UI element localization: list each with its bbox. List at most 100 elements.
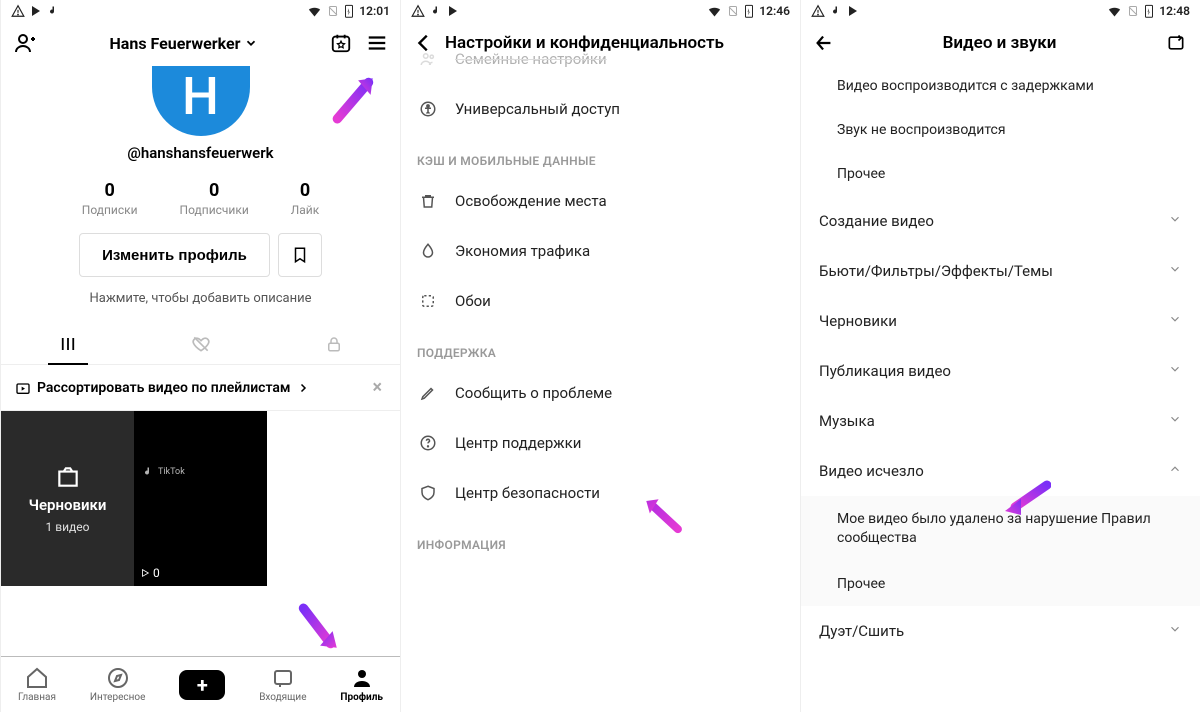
- tab-liked[interactable]: [134, 324, 267, 364]
- stat-following[interactable]: 0 Подписки: [82, 180, 138, 217]
- sub-disappeared-other[interactable]: Прочее: [801, 562, 1200, 606]
- accessibility-icon: [417, 100, 439, 118]
- hamburger-menu-icon[interactable]: [366, 32, 388, 54]
- tab-private[interactable]: [267, 324, 400, 364]
- shield-icon: [417, 484, 439, 502]
- family-icon: [417, 50, 439, 68]
- playlist-sort-row[interactable]: Рассортировать видео по плейлистам ×: [1, 365, 400, 411]
- chevron-down-icon: [1168, 262, 1182, 280]
- screen-settings: 12:46 Настройки и конфиденциальность Сем…: [400, 0, 800, 712]
- drafts-count: 1 видео: [46, 520, 90, 534]
- add-bio-hint[interactable]: Нажмите, чтобы добавить описание: [1, 291, 400, 306]
- row-free-space[interactable]: Освобождение места: [401, 176, 800, 226]
- wifi-icon: [707, 4, 722, 19]
- stat-likes[interactable]: 0 Лайк: [291, 180, 319, 217]
- profile-icon: [350, 666, 374, 690]
- play-outline-icon: [140, 568, 150, 578]
- row-report-problem[interactable]: Сообщить о проблеме: [401, 368, 800, 418]
- nav-profile[interactable]: Профиль: [340, 666, 383, 703]
- tiktok-note-icon: [47, 5, 59, 17]
- lock-icon: [325, 335, 343, 353]
- screen-profile: 12:01 Hans Feuerwerker H @hanshansfeuerw…: [0, 0, 400, 712]
- wifi-icon: [307, 4, 322, 19]
- nav-discover[interactable]: Интересное: [90, 666, 146, 703]
- video-tile[interactable]: TikTok 0: [134, 411, 267, 586]
- row-accessibility[interactable]: Универсальный доступ: [401, 84, 800, 134]
- battery-charging-icon: [744, 4, 754, 18]
- nav-inbox[interactable]: Входящие: [259, 666, 306, 703]
- profile-name-selector[interactable]: Hans Feuerwerker: [109, 34, 257, 53]
- screen-video-sounds: 12:48 Видео и звуки Видео воспроизводитс…: [800, 0, 1200, 712]
- play-store-icon: [847, 5, 859, 17]
- inbox-icon: [271, 666, 295, 690]
- play-count: 0: [140, 566, 160, 580]
- battery-charging-icon: [1144, 4, 1154, 18]
- tiktok-note-icon: [142, 466, 154, 478]
- row-help-center[interactable]: Центр поддержки: [401, 418, 800, 468]
- calendar-favorite-icon[interactable]: [330, 32, 352, 54]
- row-data-saver[interactable]: Экономия трафика: [401, 226, 800, 276]
- drafts-tile[interactable]: Черновики 1 видео: [1, 411, 134, 586]
- item-video-disappeared[interactable]: Видео исчезло: [801, 446, 1200, 496]
- row-wallpaper[interactable]: Обои: [401, 276, 800, 326]
- wifi-icon: [1107, 4, 1122, 19]
- item-publish[interactable]: Публикация видео: [801, 346, 1200, 396]
- add-friend-icon[interactable]: [13, 31, 37, 55]
- edit-profile-button[interactable]: Изменить профиль: [79, 233, 270, 277]
- section-support: ПОДДЕРЖКА: [401, 326, 800, 368]
- row-family-settings[interactable]: Семейные настройки: [401, 34, 800, 84]
- row-safety-center[interactable]: Центр безопасности: [401, 468, 800, 518]
- droplet-icon: [417, 242, 439, 260]
- section-info: ИНФОРМАЦИЯ: [401, 518, 800, 560]
- avatar[interactable]: H: [152, 66, 250, 136]
- heart-off-icon: [191, 334, 211, 354]
- drafts-icon: [55, 464, 81, 490]
- profile-header: Hans Feuerwerker: [1, 22, 400, 64]
- drafts-label: Черновики: [29, 496, 107, 514]
- bookmark-icon: [291, 246, 309, 264]
- sub-violation[interactable]: Мое видео было удалено за нарушение Прав…: [801, 496, 1200, 562]
- stats-row: 0 Подписки 0 Подписчики 0 Лайк: [1, 180, 400, 217]
- tiktok-note-icon: [430, 5, 442, 17]
- play-store-icon: [447, 5, 459, 17]
- playlist-label: Рассортировать видео по плейлистам: [37, 380, 291, 396]
- trash-icon: [417, 192, 439, 210]
- nav-home[interactable]: Главная: [18, 666, 56, 703]
- close-icon[interactable]: ×: [368, 377, 386, 398]
- bookmarks-button[interactable]: [278, 233, 322, 277]
- chevron-down-icon: [1168, 312, 1182, 330]
- back-arrow-icon[interactable]: [813, 32, 835, 54]
- sub-other[interactable]: Прочее: [801, 152, 1200, 196]
- status-time: 12:46: [759, 4, 790, 18]
- status-bar: 12:48: [801, 0, 1200, 22]
- no-sim-icon: [1127, 5, 1139, 17]
- feedback-icon[interactable]: [1164, 33, 1188, 53]
- play-store-icon: [30, 5, 42, 17]
- item-beauty-filters[interactable]: Бьюти/Фильтры/Эффекты/Темы: [801, 246, 1200, 296]
- tab-grid[interactable]: [1, 324, 134, 364]
- page-title: Видео и звуки: [845, 33, 1154, 53]
- item-drafts[interactable]: Черновики: [801, 296, 1200, 346]
- nav-create[interactable]: +: [179, 670, 225, 700]
- video-sounds-header: Видео и звуки: [801, 22, 1200, 64]
- grid-icon: [59, 335, 77, 353]
- warning-icon: [11, 4, 25, 18]
- sub-no-sound[interactable]: Звук не воспроизводится: [801, 108, 1200, 152]
- chevron-up-icon: [1168, 462, 1182, 480]
- annotation-arrow: [291, 602, 343, 654]
- chevron-down-icon: [1168, 212, 1182, 230]
- item-create-video[interactable]: Создание видео: [801, 196, 1200, 246]
- compass-icon: [106, 666, 130, 690]
- item-music[interactable]: Музыка: [801, 396, 1200, 446]
- item-duet-stitch[interactable]: Дуэт/Сшить: [801, 606, 1200, 656]
- sub-lagging[interactable]: Видео воспроизводится с задержками: [801, 64, 1200, 108]
- help-icon: [417, 434, 439, 452]
- status-bar: 12:46: [401, 0, 800, 22]
- wallpaper-icon: [417, 292, 439, 310]
- battery-charging-icon: [344, 4, 354, 18]
- stat-followers[interactable]: 0 Подписчики: [180, 180, 249, 217]
- profile-tabs: [1, 324, 400, 365]
- status-bar: 12:01: [1, 0, 400, 22]
- profile-handle: @hanshansfeuerwerk: [127, 144, 273, 162]
- bottom-nav: Главная Интересное + Входящие Профиль: [1, 656, 400, 712]
